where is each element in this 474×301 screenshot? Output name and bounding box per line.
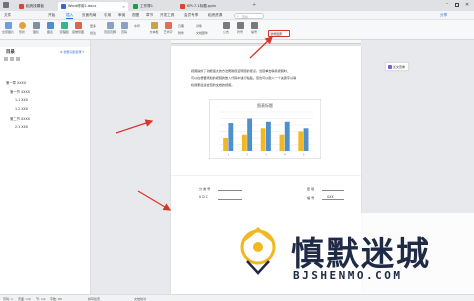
watermark-logo: 慎默迷城 BJSHENMO.COM xyxy=(225,213,474,294)
status-word-count[interactable]: 字数: 89 xyxy=(50,297,62,301)
arrow-to-page-2 xyxy=(137,190,172,211)
arrow-to-chart xyxy=(115,119,154,134)
arrow-to-smart-graphic xyxy=(249,36,273,59)
status-pages[interactable]: 页面: 1/2 xyxy=(18,297,31,301)
watermark-url: BJSHENMO.COM xyxy=(293,269,403,282)
logo-emblem-icon xyxy=(240,227,276,275)
status-bar: 页码: 1 页面: 1/2 节: 1/1 字数: 89 拼写检查 文档校对 xyxy=(0,294,474,301)
status-section[interactable]: 节: 1/1 xyxy=(36,297,46,301)
watermark-brand: 慎默迷城 xyxy=(291,234,431,273)
status-proofread[interactable]: 文档校对 xyxy=(134,297,146,301)
status-spell-check[interactable]: 拼写检查 xyxy=(88,297,100,301)
status-page[interactable]: 页码: 1 xyxy=(3,297,13,301)
wps-writer-window: 稻壳找模板 Word修用2.docx ✕ 工作簿1 KPI-7.1标题.pptx… xyxy=(0,0,474,301)
